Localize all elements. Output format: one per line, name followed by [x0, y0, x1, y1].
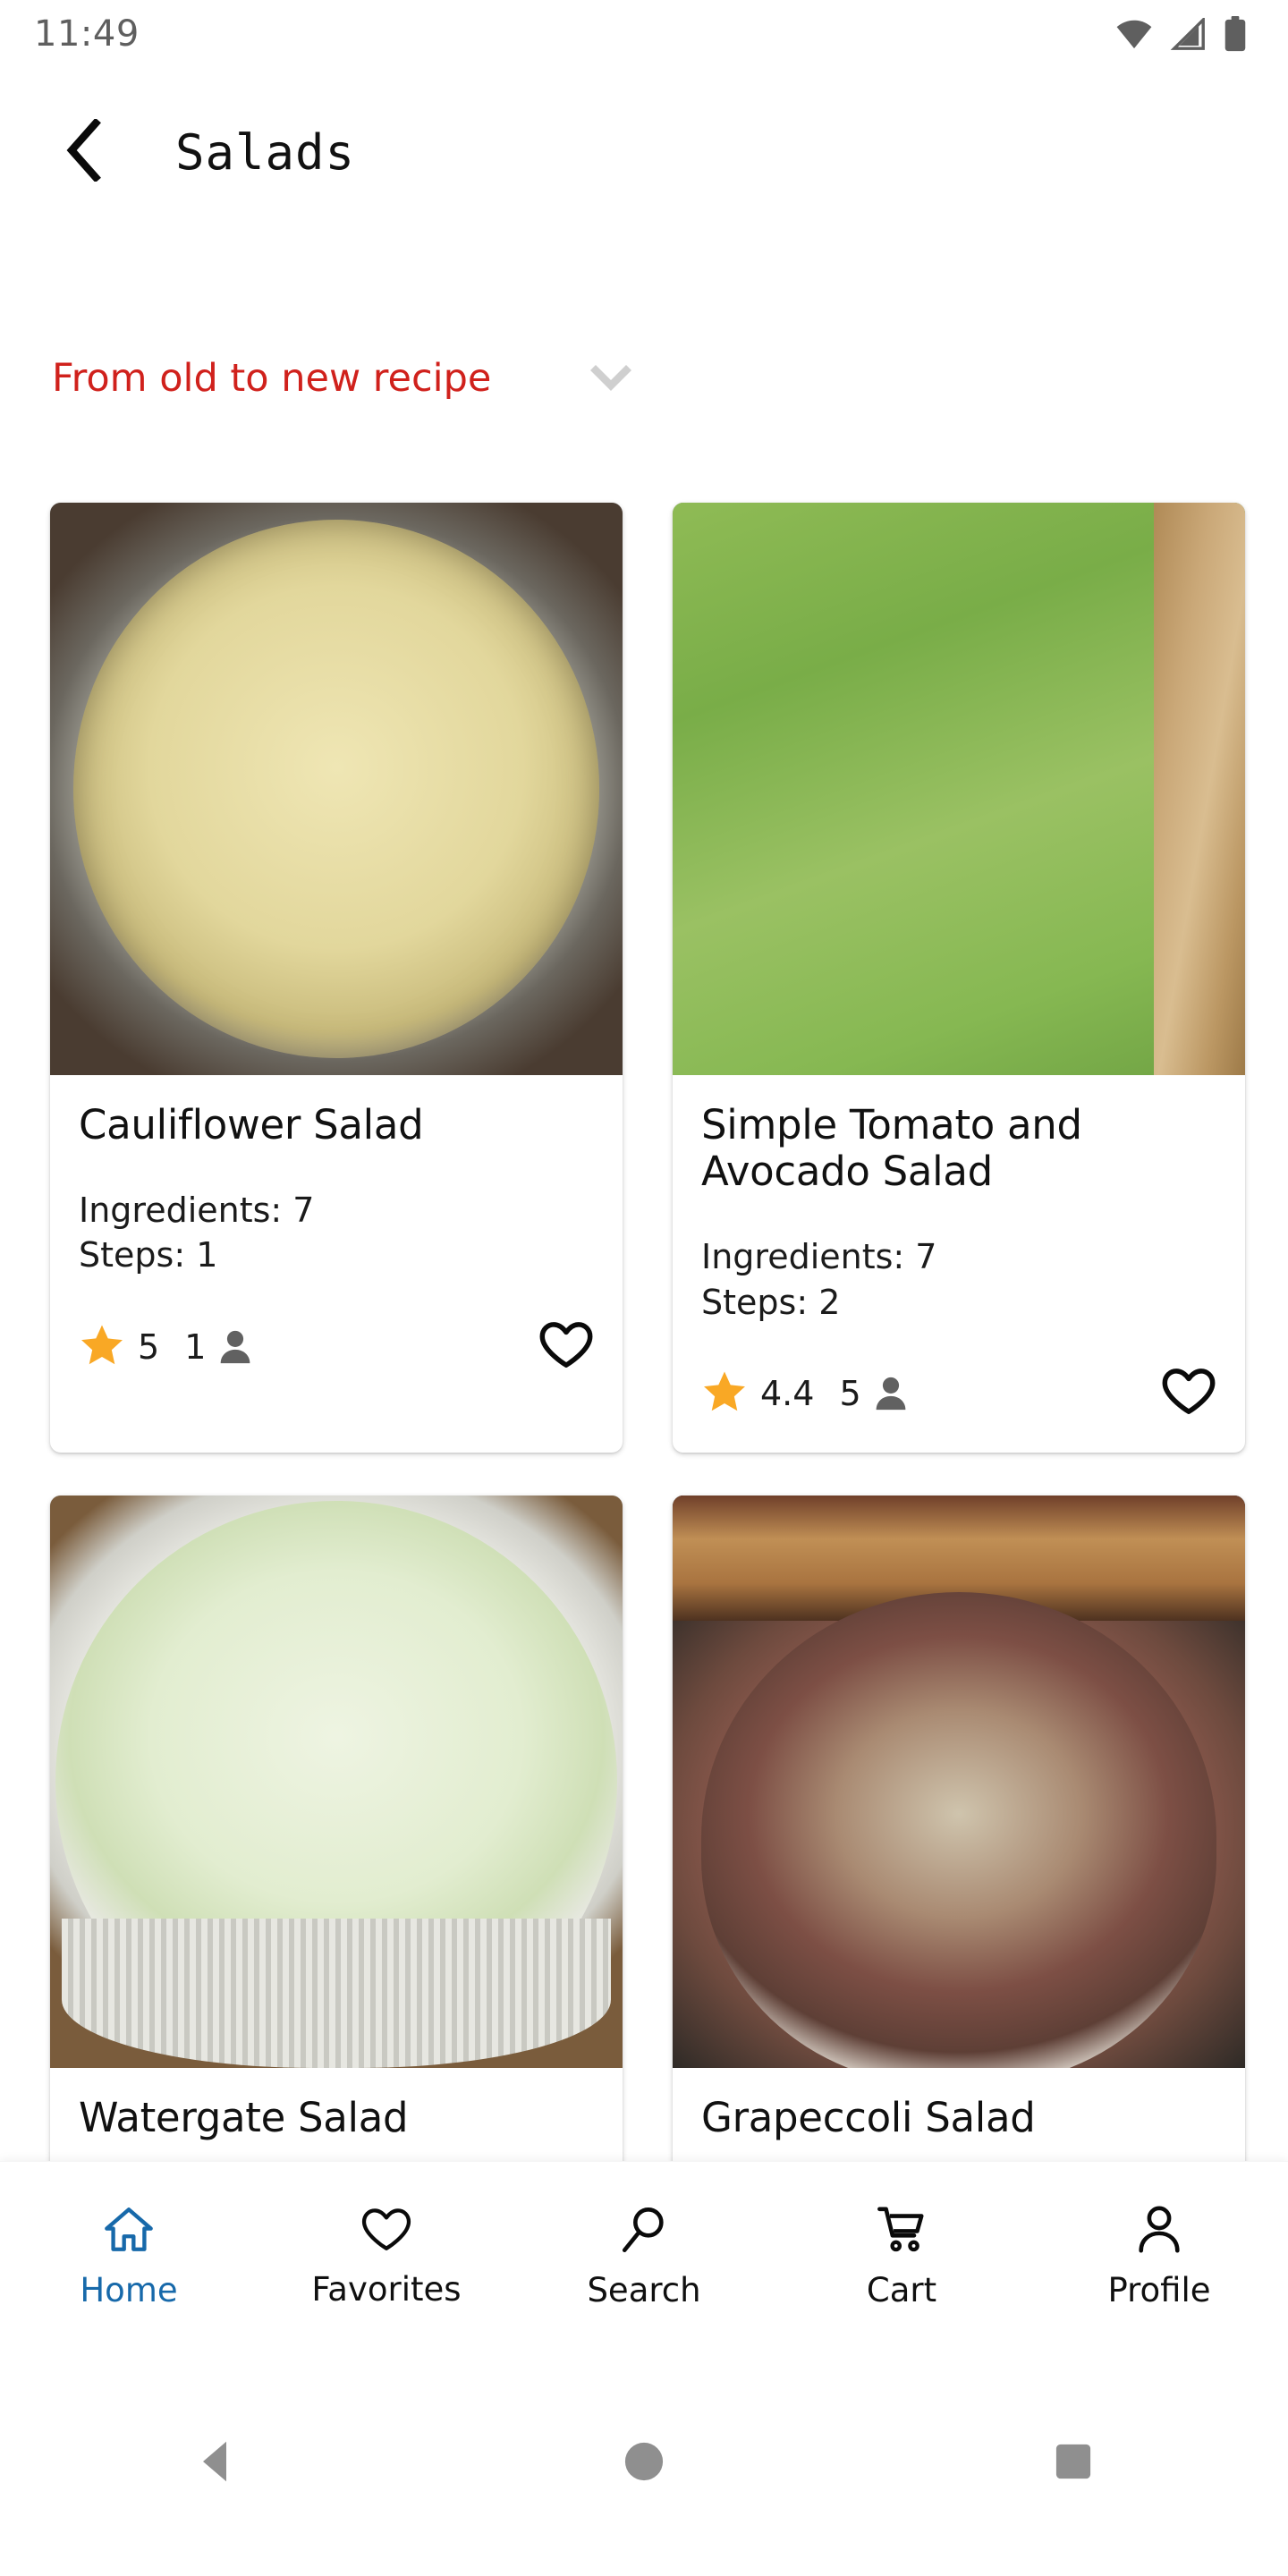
- home-icon: [103, 2204, 155, 2260]
- recipe-title: Grapeccoli Salad: [701, 2093, 1036, 2141]
- nav-label-profile: Profile: [1107, 2270, 1211, 2309]
- star-icon: [79, 1322, 125, 1373]
- nav-item-search[interactable]: Search: [515, 2162, 773, 2351]
- recipe-card[interactable]: Grapeccoli Salad: [673, 1495, 1245, 2181]
- triangle-back-icon: [194, 2438, 235, 2489]
- system-home-button[interactable]: [429, 2351, 859, 2576]
- nav-label-home: Home: [80, 2270, 178, 2309]
- search-icon: [618, 2204, 670, 2260]
- heart-icon: [360, 2205, 412, 2259]
- recipe-ingredients: Ingredients: 7: [79, 1191, 315, 1231]
- nav-item-favorites[interactable]: Favorites: [258, 2162, 515, 2351]
- nav-item-cart[interactable]: Cart: [773, 2162, 1030, 2351]
- bottom-navigation: Home Favorites Search Cart Profile: [0, 2161, 1288, 2351]
- watergate-salad-photo: [50, 1495, 623, 2068]
- circle-home-icon: [623, 2440, 665, 2487]
- people-count: 1: [184, 1327, 207, 1367]
- system-recents-button[interactable]: [859, 2351, 1288, 2576]
- grapeccoli-salad-photo: [673, 1495, 1245, 2068]
- person-icon: [874, 1376, 908, 1411]
- nav-label-search: Search: [587, 2270, 701, 2309]
- nav-item-profile[interactable]: Profile: [1030, 2162, 1288, 2351]
- rating-group: 4.4 5: [701, 1368, 908, 1419]
- recipe-steps: Steps: 2: [701, 1282, 841, 1322]
- recipe-title: Simple Tomato and Avocado Salad: [701, 1101, 1082, 1196]
- person-icon: [1133, 2204, 1185, 2260]
- recipe-card[interactable]: Simple Tomato and Avocado Salad Ingredie…: [673, 503, 1245, 1453]
- star-icon: [701, 1368, 748, 1419]
- recipe-card[interactable]: Watergate Salad: [50, 1495, 623, 2181]
- rating-value: 5: [138, 1327, 160, 1367]
- cart-icon: [876, 2204, 928, 2260]
- system-back-button[interactable]: [0, 2351, 429, 2576]
- cauliflower-salad-photo: [50, 503, 623, 1075]
- heart-outline-icon: [1161, 1366, 1216, 1422]
- people-count: 5: [839, 1374, 861, 1414]
- favorite-button[interactable]: [1161, 1366, 1216, 1422]
- recipe-grid-clip: Cauliflower Salad Ingredients: 7 Steps: …: [0, 0, 1288, 2254]
- recipe-title: Cauliflower Salad: [79, 1101, 424, 1148]
- rating-group: 5 1: [79, 1322, 252, 1373]
- recipe-ingredients: Ingredients: 7: [701, 1237, 937, 1277]
- square-recents-icon: [1055, 2442, 1092, 2486]
- heart-outline-icon: [538, 1319, 594, 1376]
- nav-label-cart: Cart: [866, 2270, 937, 2309]
- favorite-button[interactable]: [538, 1319, 594, 1376]
- recipe-grid: Cauliflower Salad Ingredients: 7 Steps: …: [50, 503, 1245, 2181]
- recipe-steps: Steps: 1: [79, 1235, 218, 1275]
- recipe-card[interactable]: Cauliflower Salad Ingredients: 7 Steps: …: [50, 503, 623, 1453]
- person-icon: [218, 1329, 252, 1365]
- system-navigation-bar: [0, 2351, 1288, 2576]
- tomato-avocado-salad-photo: [673, 503, 1245, 1075]
- rating-value: 4.4: [760, 1374, 815, 1414]
- recipe-title: Watergate Salad: [79, 2093, 409, 2141]
- nav-item-home[interactable]: Home: [0, 2162, 258, 2351]
- nav-label-favorites: Favorites: [311, 2269, 462, 2309]
